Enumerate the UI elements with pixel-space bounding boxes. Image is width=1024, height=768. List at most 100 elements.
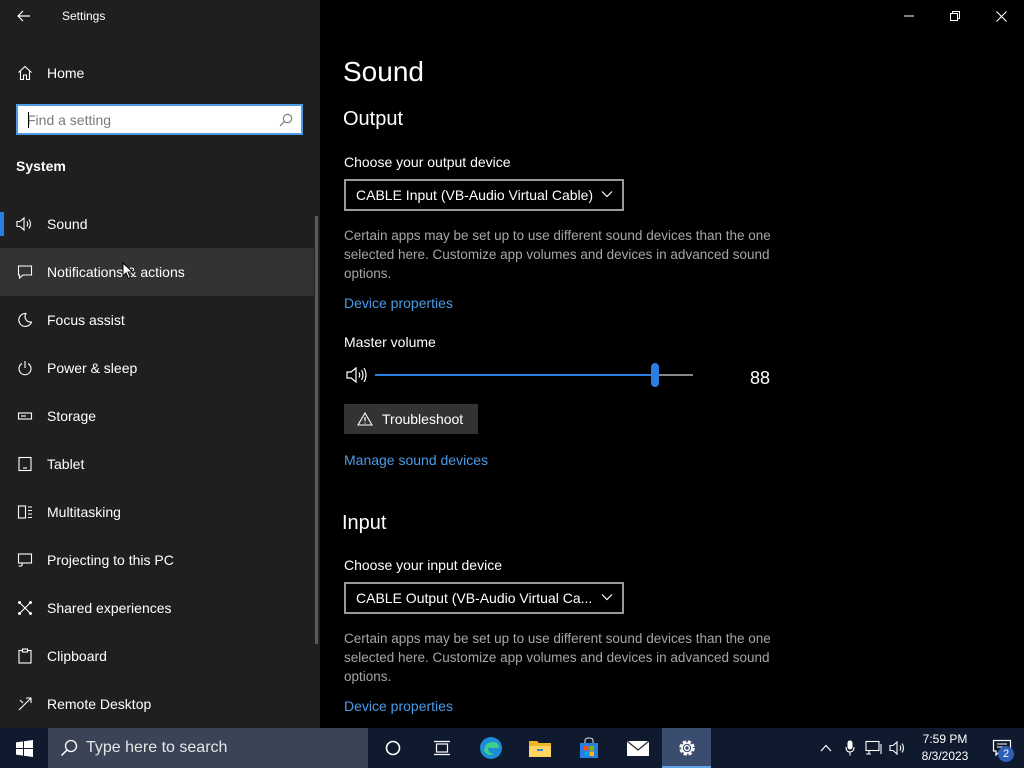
sidebar-item-label: Multitasking <box>47 504 121 520</box>
sidebar-item-label: Projecting to this PC <box>47 552 174 568</box>
sidebar-item-storage[interactable]: Storage <box>0 392 314 440</box>
microsoft-store-button[interactable] <box>564 728 613 768</box>
storage-icon <box>16 407 34 425</box>
sidebar-item-notifications[interactable]: Notifications & actions <box>0 248 314 296</box>
task-view-icon <box>433 740 450 756</box>
output-description: Certain apps may be set up to use differ… <box>344 228 771 281</box>
shared-icon <box>16 599 34 617</box>
sidebar-item-power-sleep[interactable]: Power & sleep <box>0 344 314 392</box>
file-explorer-button[interactable] <box>515 728 564 768</box>
minimize-button[interactable] <box>886 0 932 32</box>
show-hidden-icons-button[interactable] <box>814 728 838 768</box>
manage-sound-devices-link[interactable]: Manage sound devices <box>344 452 488 468</box>
search-icon[interactable] <box>279 113 293 127</box>
section-title: System <box>16 158 66 174</box>
warning-icon <box>357 412 373 426</box>
settings-search-box[interactable] <box>16 104 303 135</box>
sidebar-item-label: Tablet <box>47 456 85 472</box>
sidebar-item-shared-experiences[interactable]: Shared experiences <box>0 584 314 632</box>
tablet-icon <box>16 455 34 473</box>
output-device-label: Choose your output device <box>344 154 511 170</box>
restore-icon <box>950 11 960 21</box>
power-icon <box>16 359 34 377</box>
close-button[interactable] <box>978 0 1024 32</box>
microphone-button[interactable] <box>838 728 862 768</box>
volume-tray-button[interactable] <box>886 728 910 768</box>
task-view-button[interactable] <box>417 728 466 768</box>
mail-button[interactable] <box>613 728 662 768</box>
taskbar-clock[interactable]: 7:59 PM 8/3/2023 <box>910 728 980 768</box>
troubleshoot-button[interactable]: Troubleshoot <box>344 404 478 434</box>
network-button[interactable] <box>862 728 886 768</box>
sidebar-item-label: Notifications & actions <box>47 264 185 280</box>
output-device-value: CABLE Input (VB-Audio Virtual Cable) <box>356 187 594 203</box>
volume-icon[interactable] <box>346 365 368 385</box>
settings-search-input[interactable] <box>18 106 268 133</box>
mouse-cursor-icon <box>122 262 134 280</box>
output-device-properties-link[interactable]: Device properties <box>344 295 453 311</box>
edge-button[interactable] <box>466 728 515 768</box>
sidebar-item-label: Home <box>47 65 85 81</box>
sidebar-item-tablet[interactable]: Tablet <box>0 440 314 488</box>
back-button[interactable] <box>8 2 40 30</box>
input-device-value: CABLE Output (VB-Audio Virtual Ca... <box>356 590 593 606</box>
projecting-icon <box>16 551 34 569</box>
text-caret <box>28 112 29 128</box>
gear-icon <box>678 740 695 756</box>
system-nav-list: Sound Notifications & actions Focus assi… <box>0 200 320 728</box>
sidebar-item-remote-desktop[interactable]: Remote Desktop <box>0 680 314 728</box>
title-bar: Settings <box>0 0 320 32</box>
edge-icon <box>479 737 502 759</box>
sidebar-item-clipboard[interactable]: Clipboard <box>0 632 314 680</box>
sidebar-scrollbar[interactable] <box>315 216 318 644</box>
sidebar-item-label: Focus assist <box>47 312 125 328</box>
notification-count-badge: 2 <box>998 746 1014 762</box>
chevron-down-icon <box>601 594 613 601</box>
input-device-dropdown[interactable]: CABLE Output (VB-Audio Virtual Ca... <box>344 582 624 614</box>
page-title: Sound <box>343 56 424 87</box>
sidebar-item-label: Shared experiences <box>47 600 172 616</box>
remote-desktop-icon <box>16 695 34 713</box>
troubleshoot-label: Troubleshoot <box>382 411 464 427</box>
sidebar-item-label: Power & sleep <box>47 360 138 376</box>
sidebar-item-multitasking[interactable]: Multitasking <box>0 488 314 536</box>
slider-thumb[interactable] <box>650 363 659 387</box>
input-device-properties-link[interactable]: Device properties <box>344 698 453 714</box>
message-icon <box>16 263 34 281</box>
cortana-button[interactable] <box>368 728 417 768</box>
start-button[interactable] <box>0 728 48 768</box>
close-icon <box>995 10 1007 22</box>
app-title: Settings <box>62 9 106 23</box>
master-volume-slider[interactable] <box>375 363 693 387</box>
sidebar-item-projecting[interactable]: Projecting to this PC <box>0 536 314 584</box>
sidebar-item-sound[interactable]: Sound <box>0 200 314 248</box>
sidebar-item-focus-assist[interactable]: Focus assist <box>0 296 314 344</box>
sidebar-item-label: Storage <box>47 408 97 424</box>
window-controls <box>886 0 1024 32</box>
clipboard-icon <box>16 647 34 665</box>
taskbar: Type here to search 7:59 PM 8/3/2023 2 <box>0 728 1024 768</box>
sidebar-item-label: Sound <box>47 216 88 232</box>
home-icon <box>16 64 34 82</box>
master-volume-value: 88 <box>750 368 771 388</box>
clock-time: 7:59 PM <box>922 732 968 746</box>
mail-icon <box>626 740 649 756</box>
moon-icon <box>16 311 34 329</box>
taskbar-search-box[interactable]: Type here to search <box>48 728 368 768</box>
system-tray: 7:59 PM 8/3/2023 2 <box>814 728 1024 768</box>
action-center-button[interactable]: 2 <box>980 728 1024 768</box>
sidebar-item-label: Remote Desktop <box>47 696 152 712</box>
folder-icon <box>528 741 551 757</box>
taskbar-search-placeholder: Type here to search <box>86 739 228 756</box>
settings-taskbar-button[interactable] <box>662 728 711 768</box>
restore-button[interactable] <box>932 0 978 32</box>
output-device-dropdown[interactable]: CABLE Input (VB-Audio Virtual Cable) <box>344 179 624 211</box>
sidebar-item-home[interactable]: Home <box>0 52 320 94</box>
volume-tray-icon <box>889 740 905 756</box>
sidebar-item-label: Clipboard <box>47 648 107 664</box>
slider-fill <box>375 374 655 376</box>
multitasking-icon <box>16 503 34 521</box>
store-icon <box>579 737 598 758</box>
back-arrow-icon <box>17 10 30 22</box>
input-description: Certain apps may be set up to use differ… <box>344 631 771 684</box>
